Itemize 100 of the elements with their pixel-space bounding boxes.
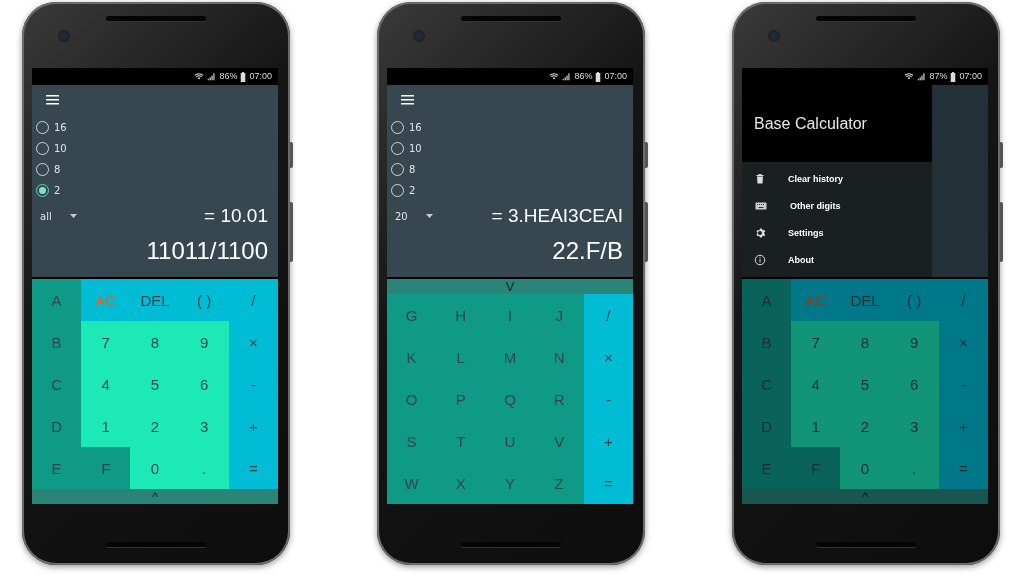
keypad-key[interactable]: 3 bbox=[889, 405, 939, 447]
keypad-key[interactable]: 5 bbox=[130, 363, 180, 405]
base-dropdown[interactable]: 20 bbox=[391, 210, 433, 222]
keypad-key[interactable]: × bbox=[938, 321, 988, 363]
signal-icon bbox=[562, 72, 572, 81]
keypad-key[interactable]: . bbox=[179, 447, 229, 489]
keypad-key[interactable]: ( ) bbox=[889, 279, 939, 321]
keypad-key[interactable]: 7 bbox=[791, 321, 841, 363]
keypad-key[interactable]: 1 bbox=[791, 405, 841, 447]
battery-icon bbox=[950, 71, 957, 82]
keypad-key[interactable]: 4 bbox=[81, 363, 131, 405]
radio-label: 16 bbox=[54, 122, 67, 133]
keypad-key[interactable]: 6 bbox=[179, 363, 229, 405]
keypad-key[interactable]: F bbox=[81, 447, 131, 489]
keypad-key[interactable]: DEL bbox=[840, 279, 890, 321]
signal-icon bbox=[917, 72, 927, 81]
menu-icon bbox=[400, 95, 414, 105]
signal-icon bbox=[207, 72, 217, 81]
keypad-key[interactable]: 9 bbox=[179, 321, 229, 363]
expression-text: 22.F/B bbox=[551, 237, 623, 265]
status-time: 07:00 bbox=[604, 72, 627, 81]
keypad-key[interactable]: = bbox=[938, 447, 988, 489]
keypad-key[interactable]: = bbox=[583, 462, 633, 504]
keypad-key[interactable]: E bbox=[32, 447, 82, 489]
keypad-key[interactable]: U bbox=[485, 420, 535, 462]
radio-label: 2 bbox=[54, 185, 61, 196]
keypad-key[interactable]: R bbox=[534, 378, 584, 420]
keypad-key[interactable]: 3 bbox=[179, 405, 229, 447]
result-text: = 3.HEAI3CEAI bbox=[491, 205, 623, 227]
keypad-key[interactable]: G bbox=[387, 294, 437, 336]
keypad-key[interactable]: D bbox=[32, 405, 82, 447]
menu-icon bbox=[45, 95, 59, 105]
radio-label: 16 bbox=[409, 122, 422, 133]
keypad-key[interactable]: 6 bbox=[889, 363, 939, 405]
keypad-key[interactable]: - bbox=[228, 363, 278, 405]
battery-percent: 87% bbox=[929, 72, 948, 81]
menu-button[interactable] bbox=[44, 93, 60, 107]
keypad-key[interactable]: 2 bbox=[130, 405, 180, 447]
keypad-key[interactable]: 9 bbox=[889, 321, 939, 363]
keypad-key[interactable]: - bbox=[583, 378, 633, 420]
keypad-key[interactable]: O bbox=[387, 378, 437, 420]
dropdown-caret-icon bbox=[69, 214, 77, 218]
keypad-key[interactable]: 1 bbox=[81, 405, 131, 447]
keypad-key[interactable]: Z bbox=[534, 462, 584, 504]
camera-lens bbox=[770, 32, 778, 40]
keypad-key[interactable]: × bbox=[583, 336, 633, 378]
keypad-key[interactable]: - bbox=[938, 363, 988, 405]
drawer-menu-item[interactable]: Other digits bbox=[742, 192, 932, 219]
keypad-toggle-button[interactable]: ^ bbox=[32, 489, 278, 504]
keypad-key[interactable]: Q bbox=[485, 378, 535, 420]
keypad-key[interactable]: B bbox=[32, 321, 82, 363]
keypad-key[interactable]: / bbox=[938, 279, 988, 321]
status-time: 07:00 bbox=[959, 72, 982, 81]
keypad-key[interactable]: K bbox=[387, 336, 437, 378]
keypad-key[interactable]: / bbox=[228, 279, 278, 321]
status-time: 07:00 bbox=[249, 72, 272, 81]
keypad-key[interactable]: 2 bbox=[840, 405, 890, 447]
keypad-key[interactable]: 0 bbox=[130, 447, 180, 489]
keypad-key[interactable]: L bbox=[436, 336, 486, 378]
drawer-menu-item[interactable]: Settings bbox=[742, 219, 932, 246]
keypad-key[interactable]: 4 bbox=[791, 363, 841, 405]
keypad-key[interactable]: + bbox=[938, 405, 988, 447]
keypad-key[interactable]: 5 bbox=[840, 363, 890, 405]
keypad-toggle-button[interactable]: ^ bbox=[742, 489, 988, 504]
settings-icon bbox=[754, 226, 766, 239]
radio-label: 10 bbox=[54, 143, 67, 154]
keypad-key[interactable]: = bbox=[228, 447, 278, 489]
keypad-key[interactable]: T bbox=[436, 420, 486, 462]
keypad-key[interactable]: × bbox=[228, 321, 278, 363]
keypad-key[interactable]: W bbox=[387, 462, 437, 504]
keypad-key[interactable]: ( ) bbox=[179, 279, 229, 321]
wifi-icon bbox=[904, 72, 915, 81]
keypad-key[interactable]: X bbox=[436, 462, 486, 504]
keypad-key[interactable]: + bbox=[583, 420, 633, 462]
expression-text: 11011/1100 bbox=[145, 237, 268, 265]
keypad-key[interactable]: H bbox=[436, 294, 486, 336]
keypad-key[interactable]: A bbox=[32, 279, 82, 321]
keypad-key[interactable]: P bbox=[436, 378, 486, 420]
keypad-key[interactable]: M bbox=[485, 336, 535, 378]
keypad-key[interactable]: / bbox=[583, 294, 633, 336]
drawer-menu-item[interactable]: Clear history bbox=[742, 165, 932, 192]
keypad-key[interactable]: S bbox=[387, 420, 437, 462]
trash-icon bbox=[754, 172, 766, 185]
keypad-key[interactable]: C bbox=[32, 363, 82, 405]
keypad-key[interactable]: V bbox=[534, 420, 584, 462]
keypad-key[interactable]: J bbox=[534, 294, 584, 336]
keypad-key[interactable]: + bbox=[228, 405, 278, 447]
base-dropdown[interactable]: all bbox=[36, 210, 77, 222]
keypad-key[interactable]: DEL bbox=[130, 279, 180, 321]
keypad-toggle-button[interactable]: V bbox=[387, 279, 633, 294]
keypad-key[interactable]: . bbox=[889, 447, 939, 489]
keypad-key[interactable]: 8 bbox=[130, 321, 180, 363]
keypad-key[interactable]: 0 bbox=[840, 447, 890, 489]
keypad-key[interactable]: I bbox=[485, 294, 535, 336]
keypad-key[interactable]: 7 bbox=[81, 321, 131, 363]
keypad-key[interactable]: N bbox=[534, 336, 584, 378]
keypad-key[interactable]: Y bbox=[485, 462, 535, 504]
menu-button[interactable] bbox=[399, 93, 415, 107]
keypad-key[interactable]: 8 bbox=[840, 321, 890, 363]
drawer-menu-item[interactable]: About bbox=[742, 246, 932, 273]
